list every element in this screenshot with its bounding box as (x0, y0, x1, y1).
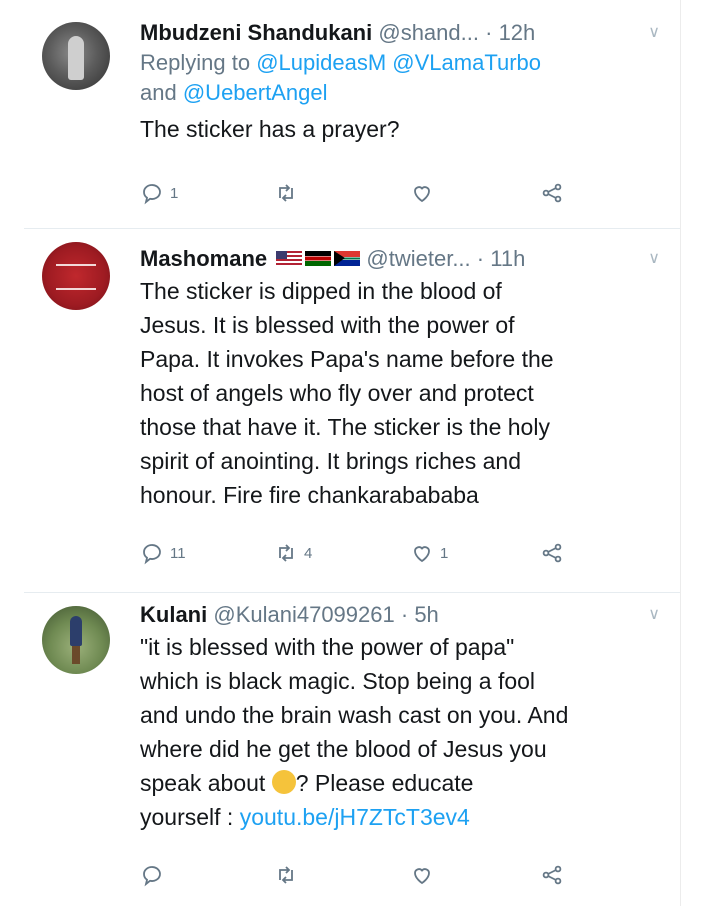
user-handle[interactable]: @twieter... (366, 246, 470, 271)
text-fragment: speak about (140, 770, 266, 796)
share-icon (542, 865, 562, 885)
tweet-actions: 1 (140, 178, 580, 208)
text-line: Jesus. It is blessed with the power of (140, 312, 515, 338)
tweet-text: The sticker is dipped in the blood of Je… (140, 274, 660, 512)
tweet[interactable]: Kulani @Kulani47099261 · 5h ∨ "it is ble… (24, 592, 680, 906)
like-button[interactable] (410, 178, 434, 208)
mention-link[interactable]: @UebertAngel (183, 80, 328, 105)
reply-icon (143, 544, 161, 565)
tweet-header: Mashomane @twieter... · 11h (140, 244, 660, 274)
tweet-text: "it is blessed with the power of papa" w… (140, 630, 660, 834)
share-button[interactable] (540, 178, 564, 208)
tweet-actions: 11 4 1 (140, 538, 580, 568)
share-button[interactable] (540, 860, 564, 890)
tweet-header: Mbudzeni Shandukani @shand... · 12h (140, 18, 660, 48)
tweet-thread: Mbudzeni Shandukani @shand... · 12h ∨ Re… (24, 0, 680, 906)
text-line: The sticker is dipped in the blood of (140, 278, 502, 304)
tweet[interactable]: Mashomane @twieter... · 11h ∨ The sticke… (24, 228, 680, 593)
flag-kenya-icon (305, 250, 332, 266)
text-fragment: ? Please educate (295, 770, 474, 796)
text-line: where did he get the blood of Jesus you (140, 736, 547, 762)
text-line: which is black magic. Stop being a fool (140, 668, 536, 694)
separator-dot: · (400, 602, 409, 627)
reply-icon (143, 184, 161, 205)
retweet-icon (279, 866, 293, 884)
display-name[interactable]: Mashomane (140, 246, 267, 271)
thinking-face-emoji-icon (271, 769, 296, 794)
reply-count: 11 (170, 544, 186, 562)
text-line: honour. Fire fire chankarabababa (140, 482, 479, 508)
and-label: and (140, 80, 177, 105)
heart-icon (414, 868, 430, 885)
share-button[interactable] (540, 538, 564, 568)
text-line: and undo the brain wash cast on you. And (140, 702, 569, 728)
text-line: Papa. It invokes Papa's name before the (140, 346, 554, 372)
retweet-button[interactable]: 4 (274, 538, 312, 568)
mention-link[interactable]: @LupideasM (256, 50, 386, 75)
tweet-header: Kulani @Kulani47099261 · 5h (140, 600, 660, 630)
display-name[interactable]: Mbudzeni Shandukani (140, 20, 372, 45)
user-handle[interactable]: @Kulani47099261 (213, 602, 394, 627)
retweet-count: 4 (304, 544, 313, 562)
separator-dot: · (476, 246, 485, 271)
heart-icon (414, 186, 430, 203)
share-icon (542, 543, 562, 563)
text-fragment: yourself : (140, 804, 234, 830)
reply-icon (143, 866, 161, 887)
retweet-icon (279, 184, 293, 202)
tweet-text: The sticker has a prayer? (140, 116, 400, 142)
retweet-button[interactable] (274, 860, 298, 890)
mention-link[interactable]: @VLamaTurbo (392, 50, 541, 75)
timestamp[interactable]: 5h (414, 602, 438, 627)
reply-button[interactable]: 11 (140, 538, 186, 568)
replying-label: Replying to (140, 50, 251, 75)
timestamp[interactable]: 12h (499, 20, 536, 45)
avatar[interactable] (42, 606, 110, 674)
reply-count: 1 (170, 184, 179, 202)
like-count: 1 (440, 544, 449, 562)
tweet[interactable]: Mbudzeni Shandukani @shand... · 12h ∨ Re… (24, 0, 680, 229)
tweet-actions (140, 860, 580, 890)
like-button[interactable]: 1 (410, 538, 448, 568)
text-line: spirit of anointing. It brings riches an… (140, 448, 521, 474)
like-button[interactable] (410, 860, 434, 890)
text-line: "it is blessed with the power of papa" (140, 634, 515, 660)
chevron-down-icon[interactable]: ∨ (648, 22, 660, 42)
flag-south-africa-icon (334, 250, 361, 266)
avatar[interactable] (42, 242, 110, 310)
text-line: yourself : youtu.be/jH7ZTcT3ev4 (140, 800, 660, 834)
avatar[interactable] (42, 22, 110, 90)
retweet-icon (279, 544, 293, 562)
user-handle[interactable]: @shand... (378, 20, 479, 45)
timestamp[interactable]: 11h (490, 246, 525, 271)
replying-to: Replying to @LupideasM @VLamaTurbo and @… (140, 48, 660, 108)
reply-button[interactable] (140, 860, 164, 890)
reply-button[interactable]: 1 (140, 178, 178, 208)
right-margin (680, 0, 720, 906)
text-line: host of angels who fly over and protect (140, 380, 534, 406)
separator-dot: · (485, 20, 493, 45)
text-line: speak about ? Please educate (140, 766, 660, 800)
heart-icon (414, 546, 430, 563)
flag-us-icon (276, 250, 303, 266)
display-name[interactable]: Kulani (140, 602, 207, 627)
chevron-down-icon[interactable]: ∨ (648, 248, 660, 268)
retweet-button[interactable] (274, 178, 298, 208)
text-line: those that have it. The sticker is the h… (140, 414, 550, 440)
external-link[interactable]: youtu.be/jH7ZTcT3ev4 (240, 804, 470, 830)
share-icon (542, 183, 562, 203)
chevron-down-icon[interactable]: ∨ (648, 604, 660, 624)
